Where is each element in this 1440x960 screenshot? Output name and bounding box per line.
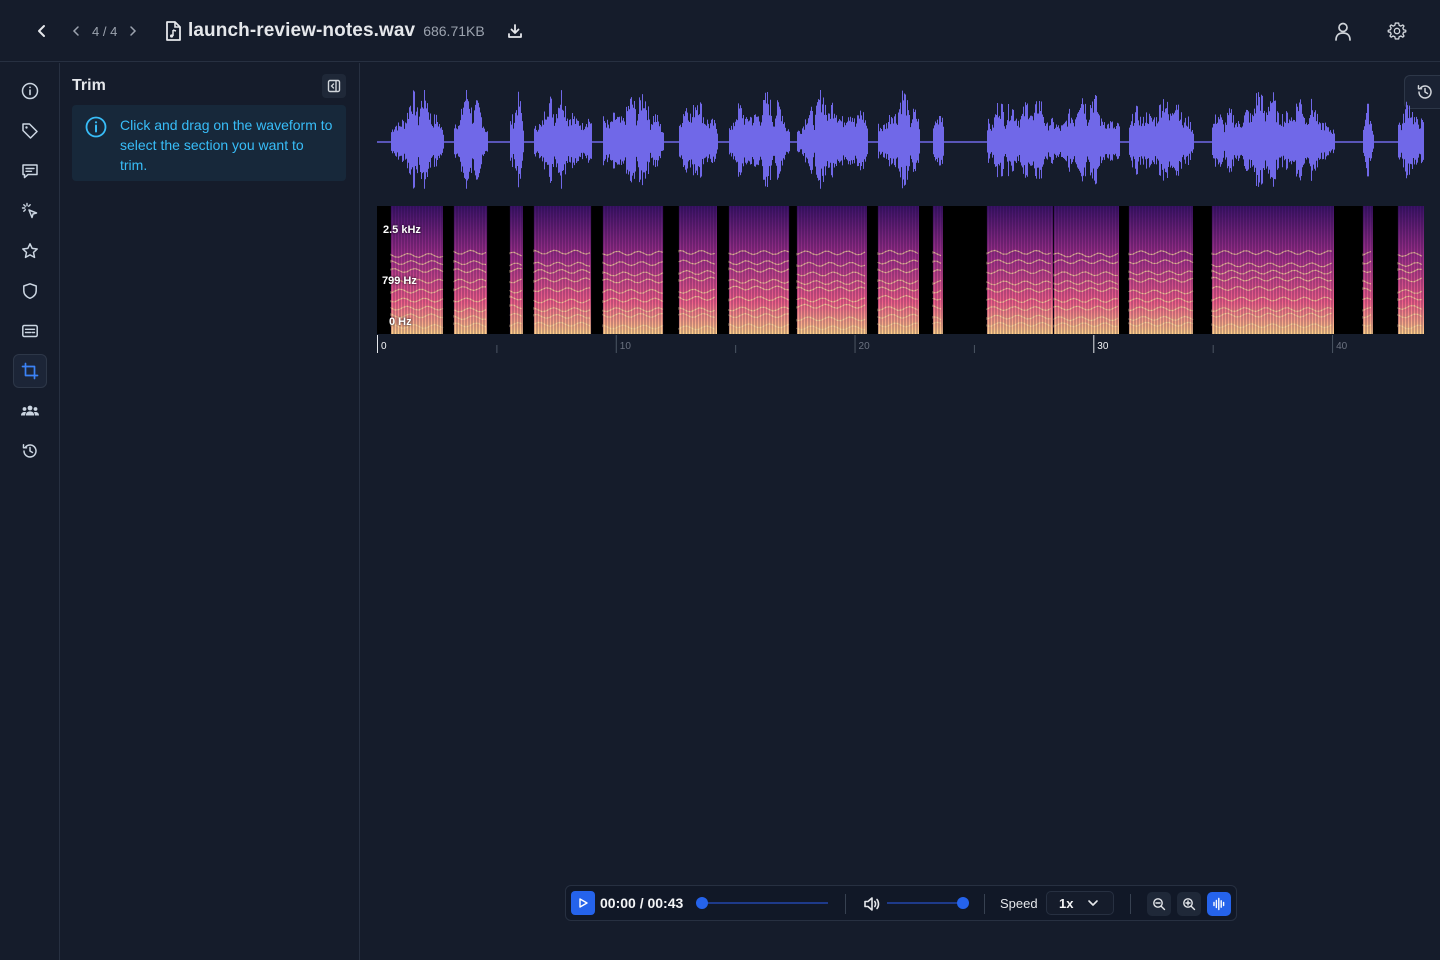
timeline-label: 10 [620, 341, 632, 352]
divider [1130, 894, 1131, 914]
file-size: 686.71KB [423, 23, 485, 39]
rail-tags-button[interactable] [13, 114, 47, 148]
panel-title: Trim [72, 77, 106, 94]
chevron-left-icon [72, 26, 79, 36]
timeline-label: 20 [859, 341, 871, 352]
rail-favorites-button[interactable] [13, 234, 47, 268]
next-item-button[interactable] [125, 23, 141, 39]
collapse-panel-button[interactable] [322, 74, 346, 98]
timeline-label: 0 [381, 341, 387, 352]
tag-icon [22, 123, 38, 139]
volume-thumb[interactable] [957, 897, 969, 909]
shield-icon [23, 283, 37, 300]
trim-info-callout: Click and drag on the waveform to select… [72, 105, 346, 181]
zoom-in-button[interactable] [1177, 892, 1201, 916]
play-button[interactable] [571, 891, 595, 915]
chevron-left-icon [38, 25, 45, 37]
volume-icon [864, 897, 880, 911]
prev-item-button[interactable] [68, 23, 84, 39]
audio-waveform-icon [1213, 897, 1225, 911]
waveform[interactable] [377, 85, 1424, 205]
pager-label: 4 / 4 [92, 23, 118, 39]
divider [984, 894, 985, 914]
star-icon [22, 243, 38, 259]
playback-controls: 00:00 / 00:43 Speed 1x [565, 885, 1237, 921]
freq-label-low: 0 Hz [389, 316, 412, 328]
users-icon [21, 405, 39, 416]
comment-icon [22, 164, 38, 179]
top-bar: 4 / 4 launch-review-notes.wav 686.71KB [0, 0, 1440, 62]
speed-select[interactable]: 1x [1046, 891, 1114, 915]
time-display: 00:00 / 00:43 [600, 895, 684, 911]
divider [845, 894, 846, 914]
waveform-toggle-button[interactable] [1207, 892, 1231, 916]
spectrogram[interactable]: 2.5 kHz 799 Hz 0 Hz [377, 206, 1424, 334]
audio-file-icon [166, 21, 181, 41]
rail-trim-button[interactable] [13, 354, 47, 388]
speed-value: 1x [1059, 895, 1074, 911]
captions-icon [22, 324, 38, 338]
audio-editor: 2.5 kHz 799 Hz 0 Hz 0 10 20 30 40 00:00 / 00… [361, 63, 1440, 960]
pager: 4 / 4 [68, 18, 141, 44]
zoom-in-icon [1183, 898, 1196, 911]
freq-label-high: 2.5 kHz [383, 224, 421, 236]
gear-icon [1387, 22, 1407, 40]
history-icon [22, 444, 37, 458]
rail-captions-button[interactable] [13, 314, 47, 348]
zoom-out-button[interactable] [1147, 892, 1171, 916]
account-button[interactable] [1331, 19, 1355, 43]
zoom-out-icon [1153, 898, 1166, 911]
chevron-down-icon [1088, 900, 1099, 906]
back-button[interactable] [30, 19, 54, 43]
crop-icon [21, 362, 39, 380]
volume-button[interactable] [862, 894, 882, 914]
download-icon [507, 24, 522, 38]
spectrogram-image [390, 206, 1424, 334]
info-icon [21, 82, 39, 100]
rail-collaborators-button[interactable] [13, 394, 47, 428]
freq-label-mid: 799 Hz [382, 275, 417, 287]
waveform-path [391, 90, 1424, 189]
user-icon [1335, 22, 1351, 41]
trim-panel: Trim Click and drag on the waveform to s… [60, 63, 360, 960]
rail-auto-annotate-button[interactable] [13, 194, 47, 228]
timeline-label: 40 [1336, 341, 1348, 352]
file-info: launch-review-notes.wav 686.71KB [164, 16, 525, 46]
rail-comments-button[interactable] [13, 154, 47, 188]
seek-track[interactable] [702, 902, 828, 904]
sidebar-collapse-icon [327, 79, 341, 93]
rail-history-button[interactable] [13, 434, 47, 468]
magic-cursor-icon [21, 202, 38, 219]
seek-thumb[interactable] [696, 897, 708, 909]
download-button[interactable] [505, 21, 525, 41]
settings-button[interactable] [1385, 19, 1409, 43]
tool-rail [0, 63, 60, 960]
file-name: launch-review-notes.wav [188, 20, 416, 41]
speed-label: Speed [1000, 896, 1038, 911]
rail-review-button[interactable] [13, 274, 47, 308]
trim-info-text: Click and drag on the waveform to select… [120, 117, 333, 173]
chevron-right-icon [130, 26, 137, 36]
volume-track[interactable] [887, 902, 963, 904]
rail-info-button[interactable] [13, 74, 47, 108]
timeline-ruler[interactable]: 0 10 20 30 40 [377, 335, 1424, 357]
play-icon [579, 898, 588, 908]
info-icon [85, 116, 107, 138]
timeline-label: 30 [1097, 341, 1109, 352]
